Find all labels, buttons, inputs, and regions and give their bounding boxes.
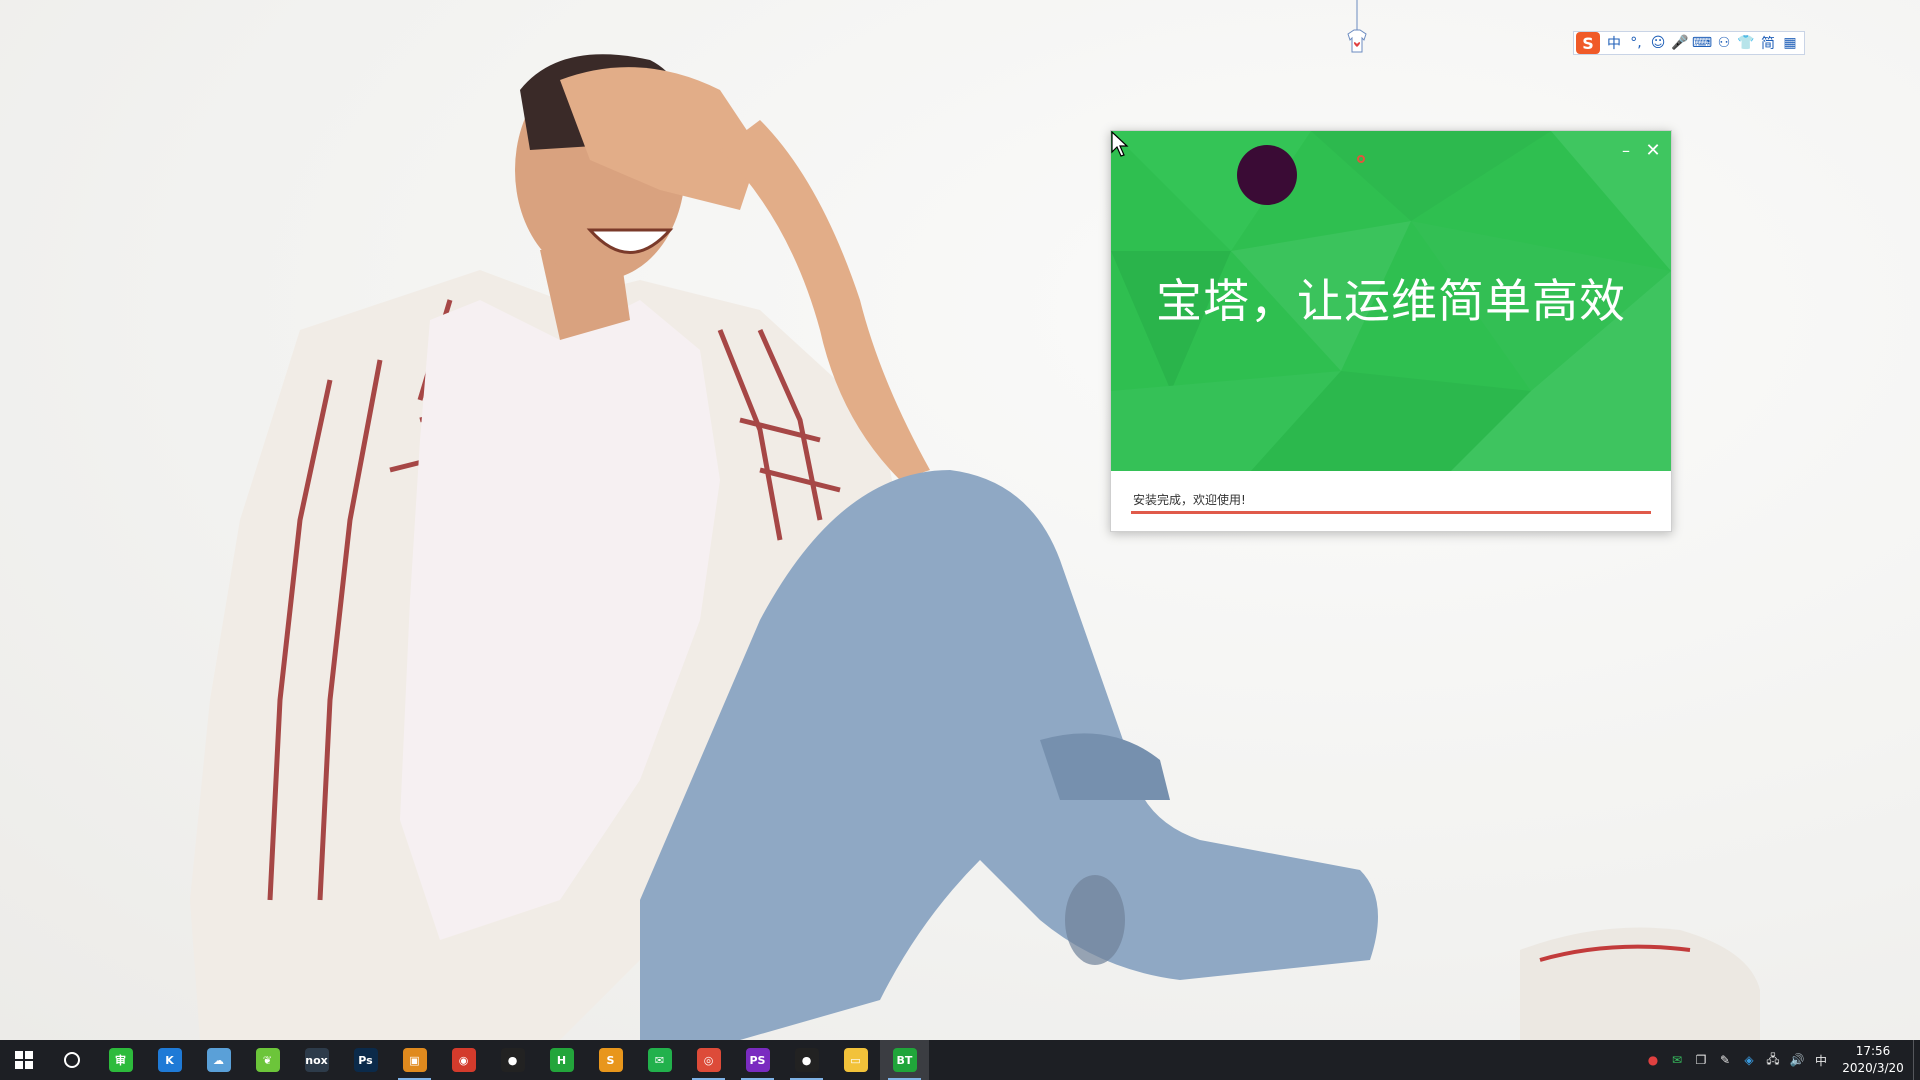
start-button[interactable]	[0, 1040, 48, 1080]
app-hbuilder-icon: H	[549, 1048, 574, 1072]
app-bt-icon: BT	[892, 1048, 917, 1072]
install-progress-fill	[1131, 511, 1651, 514]
ime-chinese-mode[interactable]: 中	[1603, 32, 1625, 54]
floating-avatar	[1237, 145, 1297, 205]
hanging-ornament-icon[interactable]	[1342, 0, 1372, 60]
taskbar-app-phpstorm[interactable]: PS	[733, 1040, 782, 1080]
taskbar-app-nox[interactable]: nox	[292, 1040, 341, 1080]
taskbar-clock[interactable]: 17:56 2020/3/20	[1833, 1040, 1913, 1080]
ime-user-icon[interactable]: ⚇	[1713, 32, 1735, 54]
taskbar-app-photoshop[interactable]: Ps	[341, 1040, 390, 1080]
taskbar-app-green-shield[interactable]: 审	[96, 1040, 145, 1080]
ime-toolbar[interactable]: S 中 °, ☺ 🎤 ⌨ ⚇ 👕 简 ▦	[1573, 31, 1805, 55]
ime-skin-icon[interactable]: 👕	[1735, 32, 1757, 54]
installer-banner: 宝塔，让运维简单高效 – ✕	[1111, 131, 1671, 471]
ime-punctuation-icon[interactable]: °,	[1625, 32, 1647, 54]
network-tray-icon[interactable]: 🖧	[1761, 1040, 1785, 1080]
app-k-icon: K	[157, 1048, 182, 1072]
app-leaf-icon: ❦	[255, 1048, 280, 1072]
volume-tray-icon[interactable]: 🔊	[1785, 1040, 1809, 1080]
app-phpstorm-icon: PS	[745, 1048, 770, 1072]
taskbar-app-cloud[interactable]: ☁	[194, 1040, 243, 1080]
sogou-logo-icon[interactable]: S	[1576, 32, 1600, 54]
app-recorder-icon: ●	[794, 1048, 819, 1072]
taskbar: 审 K ☁ ❦ nox Ps ▣ ◉ ● H S ✉ ◎ PS ● ▭ BT ● ✉ ❐ ✎ ◈ 🖧 🔊 中 17:56 20…	[0, 1040, 1920, 1080]
record-tray-icon[interactable]: ●	[1641, 1040, 1665, 1080]
cortana-circle-icon	[64, 1052, 80, 1068]
ime-keyboard-icon[interactable]: ⌨	[1691, 32, 1713, 54]
app-record-icon: ●	[500, 1048, 525, 1072]
taskbar-app-record[interactable]: ●	[488, 1040, 537, 1080]
app-chrome-icon: ◎	[696, 1048, 721, 1072]
taskbar-app-k[interactable]: K	[145, 1040, 194, 1080]
ime-simplified[interactable]: 简	[1757, 32, 1779, 54]
wechat-tray-icon[interactable]: ✉	[1665, 1040, 1689, 1080]
taskbar-app-orange-windows[interactable]: ▣	[390, 1040, 439, 1080]
close-button[interactable]: ✕	[1640, 139, 1666, 161]
taskbar-app-list: 审 K ☁ ❦ nox Ps ▣ ◉ ● H S ✉ ◎ PS ● ▭ BT	[96, 1040, 929, 1080]
ime-microphone-icon[interactable]: 🎤	[1669, 32, 1691, 54]
taskbar-app-recorder[interactable]: ●	[782, 1040, 831, 1080]
installer-slogan: 宝塔，让运维简单高效	[1156, 274, 1626, 328]
taskbar-app-red-swirl[interactable]: ◉	[439, 1040, 488, 1080]
taskbar-app-hbuilder[interactable]: H	[537, 1040, 586, 1080]
app-nox-icon: nox	[304, 1048, 329, 1072]
window-tray-icon[interactable]: ❐	[1689, 1040, 1713, 1080]
clock-date: 2020/3/20	[1842, 1061, 1904, 1075]
ime-tray-icon[interactable]: 中	[1809, 1040, 1833, 1080]
app-green-shield-icon: 审	[108, 1048, 133, 1072]
ime-emoji-icon[interactable]: ☺	[1647, 32, 1669, 54]
minimize-button[interactable]: –	[1613, 139, 1639, 161]
install-progress-bar	[1131, 511, 1651, 514]
app-cloud-icon: ☁	[206, 1048, 231, 1072]
install-status-text: 安装完成，欢迎使用!	[1133, 493, 1246, 507]
system-tray: ● ✉ ❐ ✎ ◈ 🖧 🔊 中 17:56 2020/3/20	[1641, 1040, 1920, 1080]
app-explorer-icon: ▭	[843, 1048, 868, 1072]
installer-footer: 安装完成，欢迎使用!	[1111, 471, 1671, 531]
app-red-swirl-icon: ◉	[451, 1048, 476, 1072]
app-orange-windows-icon: ▣	[402, 1048, 427, 1072]
mouse-cursor-icon	[1111, 131, 1129, 157]
app-sublime-icon: S	[598, 1048, 623, 1072]
pen-tray-icon[interactable]: ✎	[1713, 1040, 1737, 1080]
taskbar-app-bt[interactable]: BT	[880, 1040, 929, 1080]
tray-icon-list: ● ✉ ❐ ✎ ◈ 🖧 🔊 中	[1641, 1040, 1833, 1080]
taskbar-app-wechat[interactable]: ✉	[635, 1040, 684, 1080]
app-wechat-icon: ✉	[647, 1048, 672, 1072]
security-tray-icon[interactable]: ◈	[1737, 1040, 1761, 1080]
ime-grid-icon[interactable]: ▦	[1779, 32, 1801, 54]
search-button[interactable]	[48, 1040, 96, 1080]
taskbar-app-chrome[interactable]: ◎	[684, 1040, 733, 1080]
windows-logo-icon	[15, 1051, 33, 1069]
taskbar-app-sublime[interactable]: S	[586, 1040, 635, 1080]
desktop: S 中 °, ☺ 🎤 ⌨ ⚇ 👕 简 ▦ 宝塔，让运维简单高效 – ✕ 安装完成…	[0, 0, 1920, 1040]
app-photoshop-icon: Ps	[353, 1048, 378, 1072]
taskbar-app-leaf[interactable]: ❦	[243, 1040, 292, 1080]
bt-installer-window[interactable]: 宝塔，让运维简单高效 – ✕ 安装完成，欢迎使用!	[1110, 130, 1672, 532]
taskbar-app-explorer[interactable]: ▭	[831, 1040, 880, 1080]
show-desktop-button[interactable]	[1913, 1040, 1920, 1080]
small-ring-icon	[1357, 155, 1365, 163]
clock-time: 17:56	[1855, 1044, 1891, 1058]
